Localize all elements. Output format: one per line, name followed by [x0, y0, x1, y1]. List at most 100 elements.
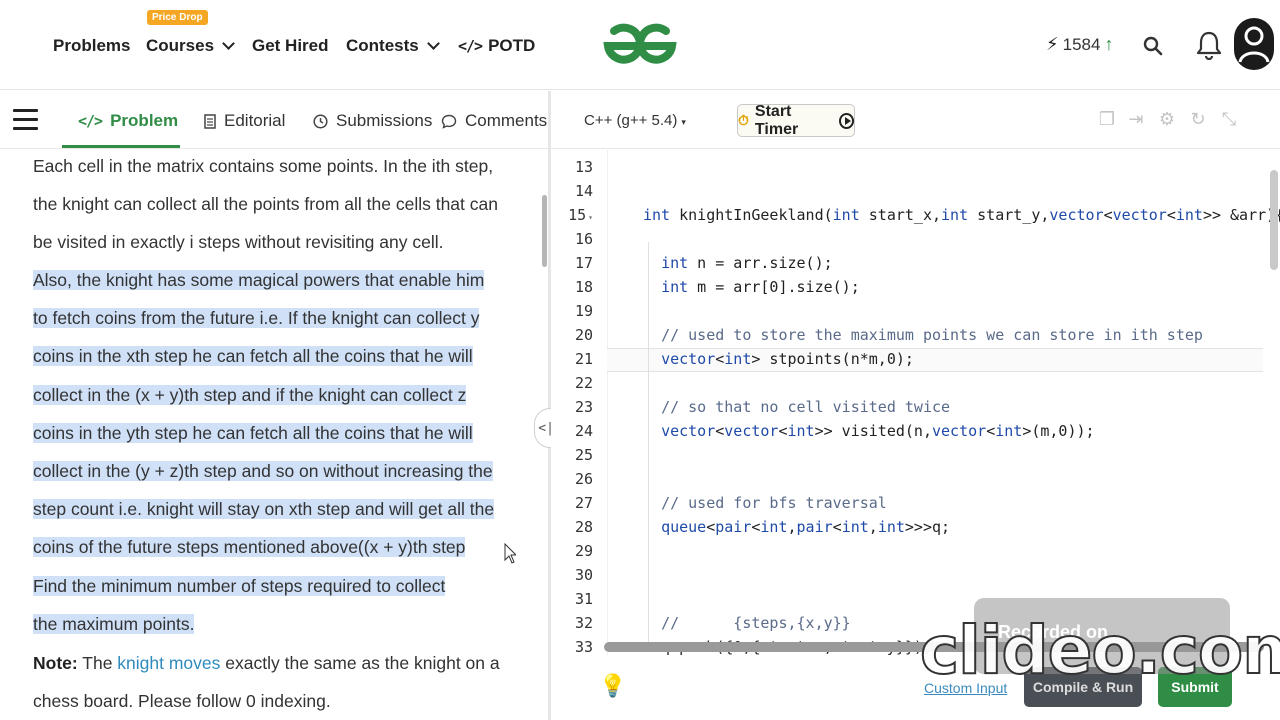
- line-number: 21: [574, 350, 593, 368]
- code-line: queue<pair<int,pair<int,int>>>q;: [661, 518, 951, 536]
- line-number: 30: [574, 566, 593, 584]
- problem-paragraph-highlighted: Find the minimum number of steps require…: [33, 567, 463, 643]
- streak-value: 1584: [1062, 34, 1101, 54]
- gear-icon[interactable]: ⚙: [1157, 109, 1177, 131]
- nav-contests[interactable]: Contests: [346, 36, 440, 56]
- code-icon: </>: [78, 112, 103, 130]
- line-number: 31: [574, 590, 593, 608]
- line-number: 15 ▾: [568, 206, 593, 224]
- caret-down-icon: ▾: [681, 117, 686, 127]
- gutter-separator: [607, 150, 608, 655]
- bell-icon[interactable]: [1196, 30, 1222, 60]
- line-number: 27: [574, 494, 593, 512]
- tab-submissions[interactable]: Submissions: [313, 111, 432, 131]
- play-icon: [838, 112, 854, 129]
- tab-problem[interactable]: </> Problem: [78, 111, 178, 131]
- code-line: // so that no cell visited twice: [661, 398, 951, 416]
- code-line: // used for bfs traversal: [661, 494, 887, 512]
- nav-contests-label: Contests: [346, 36, 419, 55]
- editor-vertical-scrollbar[interactable]: [1270, 170, 1278, 270]
- reset-icon[interactable]: ↻: [1188, 109, 1208, 131]
- nav-courses[interactable]: Courses: [146, 36, 235, 56]
- indent-guide: [648, 242, 649, 652]
- problem-scrollbar[interactable]: [542, 195, 547, 267]
- menu-icon[interactable]: [13, 109, 38, 131]
- streak-counter[interactable]: ⚡ 1584 ↑: [1046, 34, 1113, 55]
- tab-problem-label: Problem: [110, 111, 179, 130]
- timer-icon: ⏱: [738, 112, 749, 128]
- problem-paragraph-highlighted: Also, the knight has some magical powers…: [33, 261, 503, 605]
- highlighted-text: Also, the knight has some magical powers…: [33, 270, 495, 596]
- nav-potd[interactable]: </> POTD: [458, 36, 535, 56]
- copy-icon[interactable]: ❐: [1097, 109, 1117, 131]
- clideo-watermark: clideo.com: [919, 611, 1280, 690]
- line-number: 29: [574, 542, 593, 560]
- fullscreen-icon[interactable]: ⤡: [1219, 109, 1239, 131]
- problem-note: Note: The knight moves exactly the same …: [33, 644, 508, 720]
- code-line: int knightInGeekland(int start_x,int sta…: [643, 206, 1280, 224]
- comment-icon: [441, 114, 457, 129]
- nav-get-hired[interactable]: Get Hired: [252, 36, 329, 56]
- nav-courses-label: Courses: [146, 36, 215, 55]
- line-number: 17: [574, 254, 593, 272]
- avatar[interactable]: [1234, 18, 1274, 70]
- language-select[interactable]: C++ (g++ 5.4) ▾: [584, 112, 686, 129]
- document-icon: [204, 113, 216, 129]
- line-number: 33: [574, 638, 593, 655]
- line-number: 24: [574, 422, 593, 440]
- chevron-down-icon: [222, 37, 235, 50]
- highlighted-text: Find the minimum number of steps require…: [33, 576, 446, 635]
- gfg-logo[interactable]: [600, 18, 680, 74]
- code-line: // {steps,{x,y}}: [661, 614, 851, 632]
- code-editor[interactable]: 13 14 15 ▾ int knightInGeekland(int start_x,…: [551, 150, 1280, 655]
- tab-comments[interactable]: Comments: [441, 111, 547, 131]
- clock-icon: [313, 113, 328, 129]
- line-number: 18: [574, 278, 593, 296]
- nav-potd-label: POTD: [488, 36, 536, 55]
- arrow-up-icon: ↑: [1104, 34, 1114, 54]
- note-text: The: [82, 653, 113, 673]
- lightbulb-icon[interactable]: 💡: [599, 673, 626, 699]
- active-tab-indicator: [62, 145, 180, 148]
- knight-moves-link[interactable]: knight moves: [117, 653, 220, 673]
- mouse-cursor-icon: [504, 543, 516, 564]
- fold-toggle-icon[interactable]: ▾: [588, 213, 593, 222]
- problem-tabs: </> Problem Editorial Submissions Commen…: [0, 91, 548, 149]
- line-number: 20: [574, 326, 593, 344]
- code-line: vector<int> stpoints(n*m,0);: [661, 350, 914, 368]
- code-line: int n = arr.size();: [661, 254, 833, 272]
- line-number: 23: [574, 398, 593, 416]
- line-number: 28: [574, 518, 593, 536]
- code-line: // used to store the maximum points we c…: [661, 326, 1203, 344]
- line-number: 16: [574, 230, 593, 248]
- chevron-down-icon: [426, 37, 440, 50]
- nav-problems[interactable]: Problems: [53, 36, 130, 56]
- problem-paragraph: Each cell in the matrix contains some po…: [33, 156, 498, 253]
- tab-editorial[interactable]: Editorial: [204, 111, 285, 131]
- editor-toolbar: C++ (g++ 5.4) ▾ ⏱ Start Timer ❐ ⇥ ⚙ ↻ ⤡: [551, 91, 1280, 149]
- note-label: Note:: [33, 653, 78, 673]
- line-number: 19: [574, 302, 593, 320]
- line-number: 22: [574, 374, 593, 392]
- line-number: 25: [574, 446, 593, 464]
- line-number: 14: [574, 182, 593, 200]
- start-timer-button[interactable]: ⏱ Start Timer: [737, 102, 855, 138]
- start-timer-label: Start Timer: [754, 102, 799, 138]
- nav-get-hired-label: Get Hired: [252, 36, 329, 55]
- code-line: int m = arr[0].size();: [661, 278, 860, 296]
- code-icon: </>: [458, 37, 483, 55]
- line-number: 13: [574, 158, 593, 176]
- tab-submissions-label: Submissions: [336, 111, 433, 130]
- tab-comments-label: Comments: [465, 111, 548, 130]
- line-number: 32: [574, 614, 593, 632]
- line-number: 26: [574, 470, 593, 488]
- user-icon: [1238, 26, 1270, 63]
- top-navbar: Problems Price Drop Courses Get Hired Co…: [0, 0, 1280, 90]
- nav-problems-label: Problems: [53, 36, 131, 55]
- import-icon[interactable]: ⇥: [1126, 109, 1146, 131]
- problem-statement: Each cell in the matrix contains some po…: [0, 150, 548, 720]
- price-drop-badge: Price Drop: [147, 10, 208, 25]
- lightning-icon: ⚡: [1046, 34, 1059, 54]
- search-icon[interactable]: [1143, 36, 1163, 56]
- language-value: C++ (g++ 5.4): [584, 112, 678, 129]
